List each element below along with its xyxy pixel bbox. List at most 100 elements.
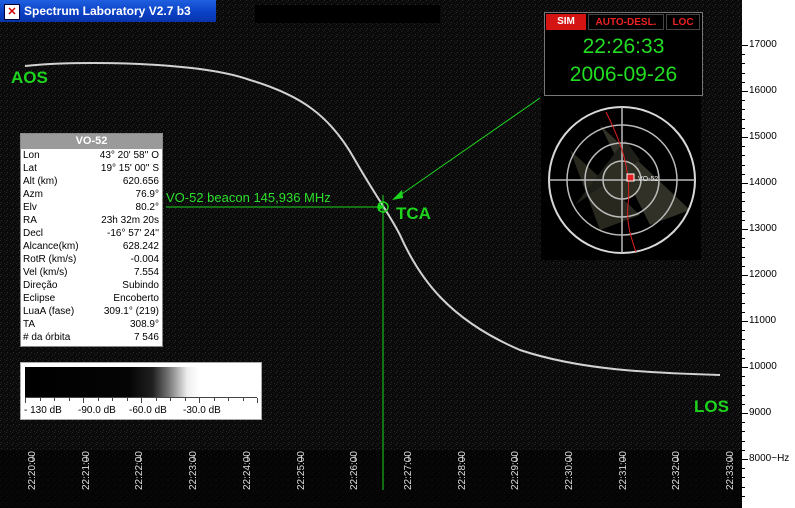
frequency-minor-tick: [742, 81, 745, 83]
frequency-minor-tick: [742, 155, 745, 157]
clock-date: 2006-09-26: [569, 63, 678, 86]
auto-off-button[interactable]: AUTO-DESL.: [588, 14, 664, 30]
clock-time: 22:26:33: [582, 35, 665, 58]
time-label: 22:31:00: [617, 451, 629, 490]
frequency-label: 8000~Hz: [749, 453, 790, 464]
title-bar[interactable]: ✕ Spectrum Laboratory V2.7 b3: [0, 0, 216, 22]
db-gradient-bar: [25, 367, 257, 397]
db-tick: [242, 398, 244, 401]
satellite-info-row: Vel (km/s) 7.554: [21, 266, 162, 279]
db-tick: [112, 398, 113, 401]
db-color-scale[interactable]: - 130 dB -90.0 dB -60.0 dB -30.0 dB: [20, 362, 262, 420]
frequency-label: 9000: [749, 407, 772, 418]
satellite-info-row: Azm 76.9°: [21, 188, 162, 201]
db-tick: [54, 398, 55, 401]
satellite-info-row: LuaA (fase) 309.1° (219): [21, 305, 162, 318]
satellite-info-key: Vel (km/s): [23, 267, 68, 278]
satellite-info-value: 23h 32m 20s: [101, 215, 159, 226]
frequency-minor-tick: [742, 302, 745, 304]
frequency-tick: [742, 321, 748, 322]
frequency-label: 12000: [749, 269, 777, 280]
frequency-tick: [742, 413, 748, 414]
satellite-info-row: Lon 43° 20' 58'' O: [21, 149, 162, 162]
frequency-minor-tick: [742, 118, 745, 120]
satellite-info-value: 7.554: [133, 267, 159, 278]
satellite-info-panel[interactable]: VO-52 Lon 43° 20' 58'' O Lat 19° 15' 00'' S…: [20, 133, 163, 347]
frequency-minor-tick: [742, 173, 745, 175]
satellite-info-value: Subindo: [122, 280, 159, 291]
db-label: - 130 dB: [24, 405, 62, 416]
frequency-minor-tick: [742, 440, 745, 442]
frequency-minor-tick: [742, 256, 745, 258]
db-label: -60.0 dB: [129, 405, 167, 416]
frequency-minor-tick: [742, 219, 745, 221]
satellite-info-row: TA 308.9°: [21, 318, 162, 331]
satellite-info-key: Lat: [23, 163, 37, 174]
frequency-tick: [742, 137, 748, 138]
db-tick: [83, 398, 84, 403]
db-tick: [170, 398, 171, 401]
frequency-minor-tick: [742, 109, 745, 111]
window-title: Spectrum Laboratory V2.7 b3: [24, 4, 191, 18]
clock-panel: SIM AUTO-DESL. LOC 22:26:33 2006-09-26: [544, 12, 703, 96]
frequency-minor-tick: [742, 339, 745, 341]
db-tick: [97, 398, 99, 401]
db-tick: [257, 398, 258, 403]
db-tick: [25, 398, 26, 403]
db-label: -30.0 dB: [183, 405, 221, 416]
satellite-info-value: 7 546: [133, 332, 159, 343]
satellite-info-key: LuaA (fase): [23, 306, 75, 317]
satellite-info-value: 19° 15' 00'' S: [100, 163, 159, 174]
time-label: 22:32:00: [671, 451, 683, 490]
satellite-info-value: 80.2°: [135, 202, 159, 213]
frequency-tick: [742, 45, 748, 46]
satellite-info-value: -16° 57' 24'': [107, 228, 159, 239]
frequency-label: 16000: [749, 85, 777, 96]
frequency-tick: [742, 367, 748, 368]
frequency-minor-tick: [742, 468, 745, 470]
satellite-info-key: Alt (km): [23, 176, 58, 187]
frequency-minor-tick: [742, 348, 745, 350]
frequency-minor-tick: [742, 284, 745, 286]
frequency-minor-tick: [742, 422, 745, 424]
frequency-minor-tick: [742, 486, 745, 488]
loc-button[interactable]: LOC: [666, 14, 700, 30]
time-label: 22:30:00: [564, 451, 575, 490]
time-label: 22:27:00: [402, 451, 414, 490]
time-label: 22:25:00: [295, 451, 307, 490]
polar-plot: [541, 94, 701, 260]
frequency-label: 11000: [749, 315, 777, 326]
db-tick: [39, 398, 41, 401]
db-scale-ticks: [25, 397, 258, 404]
satellite-info-value: 309.1° (219): [103, 306, 159, 317]
frequency-minor-tick: [742, 54, 745, 56]
frequency-label: 14000: [749, 177, 777, 188]
frequency-minor-tick: [742, 100, 745, 102]
tca-label: TCA: [396, 204, 431, 223]
frequency-label: 10000: [749, 361, 777, 372]
time-label: 22:26:00: [349, 451, 361, 490]
satellite-info-value: 620.656: [122, 176, 159, 187]
sim-button[interactable]: SIM: [546, 14, 586, 30]
frequency-tick: [742, 459, 748, 460]
time-label: 22:21:00: [80, 451, 92, 490]
frequency-axis[interactable]: 17000 16000 15000 14000 13000 12000 11000 10000…: [742, 0, 795, 508]
satellite-info-row: Elv 80.2°: [21, 201, 162, 214]
frequency-minor-tick: [742, 127, 745, 129]
frequency-minor-tick: [742, 63, 745, 65]
app-icon[interactable]: ✕: [4, 4, 20, 20]
frequency-minor-tick: [742, 477, 745, 479]
satellite-panel-title: VO-52: [21, 134, 162, 149]
time-label: 22:23:00: [188, 451, 200, 490]
frequency-minor-tick: [742, 72, 745, 74]
frequency-minor-tick: [742, 265, 745, 267]
frequency-tick: [742, 91, 748, 92]
frequency-label: 15000: [749, 131, 777, 142]
beacon-label: VO-52 beacon 145,936 MHz: [166, 190, 331, 205]
satellite-info-key: # da órbita: [23, 332, 71, 343]
db-tick: [184, 398, 186, 401]
application-window: VO-52 ✕ Spectrum Laboratory V2.7 b3 AOS …: [0, 0, 795, 508]
satellite-info-key: Direção: [23, 280, 58, 291]
frequency-minor-tick: [742, 330, 745, 332]
satellite-info-key: Decl: [23, 228, 44, 239]
